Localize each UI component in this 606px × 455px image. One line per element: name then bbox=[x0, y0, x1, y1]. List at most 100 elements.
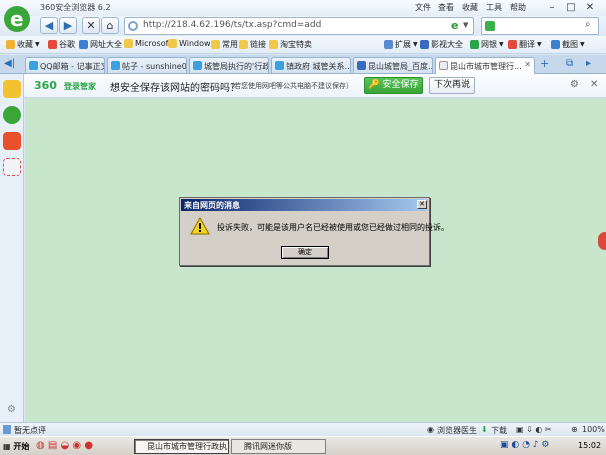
tray-icons[interactable]: ▣ ◐ ◔ ♪ ⚙ bbox=[500, 440, 549, 450]
password-save-note: （若您使用网吧等公共电脑不建议保存） bbox=[227, 82, 353, 90]
folder-icon bbox=[269, 40, 278, 49]
menu-favorites[interactable]: 收藏 bbox=[462, 2, 478, 13]
google-icon bbox=[48, 40, 57, 49]
address-text: http://218.4.62.196/ts/tx.asp?cmd=add bbox=[143, 20, 322, 30]
menu-tools[interactable]: 工具 bbox=[486, 2, 502, 13]
page-icon bbox=[439, 61, 448, 70]
search-box[interactable]: ⌕ bbox=[481, 17, 599, 35]
new-tab-icon[interactable]: + bbox=[540, 57, 549, 70]
close-icon[interactable]: ✕ bbox=[583, 1, 597, 14]
fav-extensions[interactable]: 扩展 ▼ bbox=[384, 39, 418, 50]
status-bar: 暂无点评 ◉ 浏览器医生 ⬇ 下载 ▣ ⇩ ◐ ✂ ⊕ 100% bbox=[0, 422, 606, 436]
home-button[interactable]: ⌂ bbox=[101, 17, 119, 34]
app-icon[interactable] bbox=[3, 158, 21, 176]
sidebar-toggle-icon[interactable]: ◀| bbox=[4, 58, 15, 69]
ie-mode-icon[interactable]: e bbox=[451, 19, 458, 32]
forward-button[interactable]: ▶ bbox=[59, 17, 77, 34]
close-bar-icon[interactable]: ✕ bbox=[590, 79, 598, 90]
folder-icon bbox=[211, 40, 220, 49]
browser-logo-icon: e bbox=[2, 4, 32, 38]
weibo-icon[interactable] bbox=[3, 132, 21, 150]
fav-screenshot[interactable]: 截图 ▼ bbox=[551, 39, 585, 50]
history-clock-icon[interactable] bbox=[3, 106, 21, 124]
maximize-icon[interactable]: □ bbox=[564, 1, 578, 14]
clock: 15:02 bbox=[578, 441, 602, 450]
download-label[interactable]: 下载 bbox=[491, 425, 507, 436]
star-icon bbox=[6, 40, 15, 49]
later-button[interactable]: 下次再说 bbox=[429, 77, 475, 94]
scissors-icon bbox=[551, 40, 560, 49]
toolbar-icons[interactable]: ▣ ⇩ ◐ ✂ bbox=[516, 425, 552, 434]
menu-file[interactable]: 文件 bbox=[415, 2, 431, 13]
download-icon[interactable]: ⬇ bbox=[481, 425, 488, 434]
fav-google[interactable]: 谷歌 bbox=[48, 39, 75, 50]
fav-taobao[interactable]: 淘宝特卖 bbox=[269, 39, 312, 50]
video-icon bbox=[420, 40, 429, 49]
dialog-close-icon[interactable]: ✕ bbox=[417, 200, 427, 209]
doctor-icon[interactable]: ◉ bbox=[427, 425, 434, 434]
folder-icon bbox=[168, 39, 177, 48]
folder-icon bbox=[239, 40, 248, 49]
dialog-title: 来自网页的消息 bbox=[184, 201, 240, 210]
bank-icon bbox=[470, 40, 479, 49]
browser-doctor[interactable]: 浏览器医生 bbox=[437, 425, 477, 436]
fav-translate[interactable]: 翻译 ▼ bbox=[508, 39, 542, 50]
app-title: 360安全浏览器 6.2 bbox=[40, 3, 111, 12]
safe-save-button[interactable]: 🔑 安全保存 bbox=[364, 77, 423, 94]
page-icon bbox=[275, 61, 284, 70]
taskbar: ▦ 开始 ◍ ▤ ◒ ◉ ● 昆山市城市管理行政执... 腾讯网迷你版 ▣ ◐ … bbox=[0, 436, 606, 455]
search-icon[interactable]: ⌕ bbox=[585, 19, 591, 30]
favorites-star-icon[interactable] bbox=[3, 80, 21, 98]
menu-help[interactable]: 帮助 bbox=[510, 2, 526, 13]
zoom-level[interactable]: 100% bbox=[582, 425, 605, 434]
ok-button[interactable]: 确定 bbox=[281, 246, 329, 259]
zoom-icon[interactable]: ⊕ bbox=[571, 425, 578, 434]
tab-baidu[interactable]: 昆山城管局_百度... bbox=[353, 57, 433, 73]
fav-favorites[interactable]: 收藏 ▼ bbox=[6, 39, 40, 50]
fav-windows[interactable]: Windows bbox=[168, 39, 215, 48]
tab-government[interactable]: 镇政府 城管关系... bbox=[271, 57, 351, 73]
qq-icon bbox=[29, 61, 38, 70]
fav-bank[interactable]: 网银 ▼ bbox=[470, 39, 504, 50]
page-status-icon bbox=[3, 425, 11, 434]
stop-button[interactable]: ✕ bbox=[82, 17, 100, 34]
tab-list-icon[interactable]: ▸ bbox=[586, 58, 591, 69]
favorites-bar: 收藏 ▼ 谷歌 网址大全 Microsoft Windows 常用 链接 淘宝特卖… bbox=[0, 36, 606, 54]
tab-bar: ◀| QQ邮箱 - 记事正文 帖子 - sunshine010 城管局执行的'行… bbox=[0, 55, 606, 74]
minimize-icon[interactable]: – bbox=[545, 1, 559, 14]
fav-nav[interactable]: 网址大全 bbox=[79, 39, 122, 50]
fav-video[interactable]: 影视大全 bbox=[420, 39, 463, 50]
restore-tab-icon[interactable]: ⧉ bbox=[566, 58, 573, 69]
baidu-icon bbox=[357, 61, 366, 70]
password-save-bar: 360 登录管家 想安全保存该网站的密码吗？ （若您使用网吧等公共电脑不建议保存… bbox=[24, 74, 606, 98]
folder-icon bbox=[124, 39, 133, 48]
search-engine-icon[interactable] bbox=[485, 21, 495, 31]
settings-icon[interactable]: ⚙ bbox=[570, 79, 579, 90]
tab-active-kunshan[interactable]: 昆山市城市管理行... ✕ bbox=[435, 57, 535, 74]
fav-common[interactable]: 常用 bbox=[211, 39, 238, 50]
tab-qqmail[interactable]: QQ邮箱 - 记事正文 bbox=[25, 57, 105, 73]
tab-chengguan[interactable]: 城管局执行的'行政... bbox=[189, 57, 269, 73]
password-manager-label: 登录管家 bbox=[64, 82, 96, 91]
address-bar[interactable]: http://218.4.62.196/ts/tx.asp?cmd=add e … bbox=[124, 17, 474, 35]
fav-links[interactable]: 链接 bbox=[239, 39, 266, 50]
dialog-titlebar: 来自网页的消息 ✕ bbox=[181, 199, 428, 211]
page-icon bbox=[111, 61, 120, 70]
quicklaunch-icons[interactable]: ◍ ▤ ◒ ◉ ● bbox=[36, 440, 93, 451]
back-button[interactable]: ◀ bbox=[40, 17, 58, 34]
tab-close-icon[interactable]: ✕ bbox=[524, 60, 531, 69]
menu-view[interactable]: 查看 bbox=[438, 2, 454, 13]
taskbar-item-tencent[interactable]: 腾讯网迷你版 bbox=[231, 439, 326, 454]
page-icon bbox=[193, 61, 202, 70]
tab-post[interactable]: 帖子 - sunshine010 bbox=[107, 57, 187, 73]
key-icon: 🔑 bbox=[368, 80, 380, 90]
taskbar-item-kunshan[interactable]: 昆山市城市管理行政执... bbox=[134, 439, 229, 454]
start-button[interactable]: ▦ 开始 bbox=[1, 439, 31, 454]
page-icon bbox=[128, 21, 138, 31]
fav-microsoft[interactable]: Microsoft bbox=[124, 39, 171, 48]
warning-icon bbox=[190, 216, 210, 238]
settings-gear-icon[interactable]: ⚙ bbox=[7, 404, 16, 415]
side-float-icon[interactable] bbox=[598, 232, 606, 250]
left-sidebar: ⚙ bbox=[0, 74, 24, 422]
address-dropdown-icon[interactable]: ▼ bbox=[463, 21, 468, 29]
